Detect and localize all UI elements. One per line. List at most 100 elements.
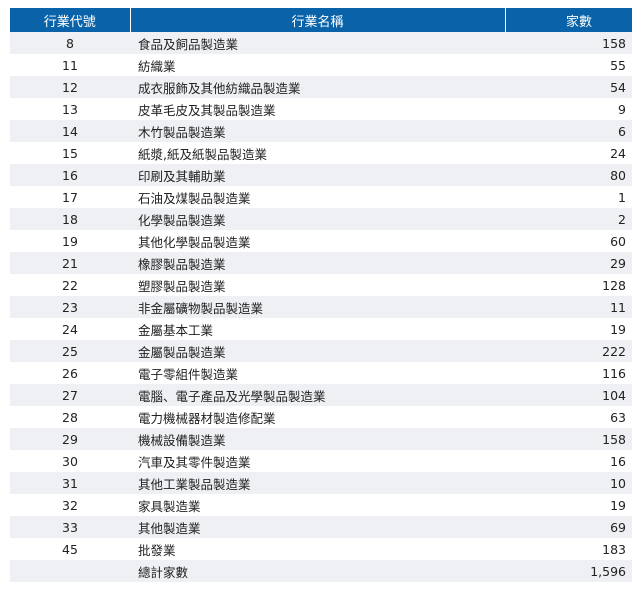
industry-name-cell: 批發業 bbox=[130, 538, 505, 560]
company-count-cell: 183 bbox=[505, 538, 632, 560]
industry-code-cell: 12 bbox=[10, 76, 130, 98]
industry-code-cell: 22 bbox=[10, 274, 130, 296]
industry-name-cell: 金屬製品製造業 bbox=[130, 340, 505, 362]
company-count-cell: 222 bbox=[505, 340, 632, 362]
industry-name-cell: 塑膠製品製造業 bbox=[130, 274, 505, 296]
table-row: 22 塑膠製品製造業 128 bbox=[10, 274, 632, 296]
table-row: 27 電腦、電子產品及光學製品製造業 104 bbox=[10, 384, 632, 406]
table-header: 行業代號 行業名稱 家數 bbox=[10, 8, 632, 32]
industry-code-cell: 32 bbox=[10, 494, 130, 516]
table-row: 32 家具製造業 19 bbox=[10, 494, 632, 516]
table-row: 30 汽車及其零件製造業 16 bbox=[10, 450, 632, 472]
table-row: 23 非金屬礦物製品製造業 11 bbox=[10, 296, 632, 318]
industry-name-cell: 汽車及其零件製造業 bbox=[130, 450, 505, 472]
industry-name-cell: 電子零組件製造業 bbox=[130, 362, 505, 384]
table-row: 12 成衣服飾及其他紡織品製造業 54 bbox=[10, 76, 632, 98]
table-row: 24 金屬基本工業 19 bbox=[10, 318, 632, 340]
industry-code-cell: 11 bbox=[10, 54, 130, 76]
industry-code-cell: 21 bbox=[10, 252, 130, 274]
industry-name-cell: 石油及煤製品製造業 bbox=[130, 186, 505, 208]
company-count-cell: 11 bbox=[505, 296, 632, 318]
industry-name-cell: 其他工業製品製造業 bbox=[130, 472, 505, 494]
company-count-cell: 158 bbox=[505, 32, 632, 54]
total-row: 總計家數 1,596 bbox=[10, 560, 632, 582]
table-row: 13 皮革毛皮及其製品製造業 9 bbox=[10, 98, 632, 120]
header-company-count[interactable]: 家數 bbox=[505, 8, 632, 32]
industry-name-cell: 金屬基本工業 bbox=[130, 318, 505, 340]
company-count-cell: 10 bbox=[505, 472, 632, 494]
table-row: 33 其他製造業 69 bbox=[10, 516, 632, 538]
industry-name-cell: 成衣服飾及其他紡織品製造業 bbox=[130, 76, 505, 98]
industry-code-cell: 16 bbox=[10, 164, 130, 186]
industry-code-cell: 27 bbox=[10, 384, 130, 406]
table-row: 18 化學製品製造業 2 bbox=[10, 208, 632, 230]
industry-name-cell: 紡織業 bbox=[130, 54, 505, 76]
table-row: 21 橡膠製品製造業 29 bbox=[10, 252, 632, 274]
industry-name-cell: 家具製造業 bbox=[130, 494, 505, 516]
table-body: 8 食品及飼品製造業 158 11 紡織業 55 12 成衣服飾及其他紡織品製造業 54 13 皮革… bbox=[10, 32, 632, 582]
industry-name-cell: 紙漿,紙及紙製品製造業 bbox=[130, 142, 505, 164]
industry-name-cell: 電腦、電子產品及光學製品製造業 bbox=[130, 384, 505, 406]
company-count-cell: 1 bbox=[505, 186, 632, 208]
company-count-cell: 116 bbox=[505, 362, 632, 384]
company-count-cell: 55 bbox=[505, 54, 632, 76]
industry-code-cell: 15 bbox=[10, 142, 130, 164]
industry-name-cell: 木竹製品製造業 bbox=[130, 120, 505, 142]
table-row: 11 紡織業 55 bbox=[10, 54, 632, 76]
industry-name-cell: 其他化學製品製造業 bbox=[130, 230, 505, 252]
industry-name-cell: 機械設備製造業 bbox=[130, 428, 505, 450]
industry-name-cell: 電力機械器材製造修配業 bbox=[130, 406, 505, 428]
industry-name-cell: 總計家數 bbox=[130, 560, 505, 582]
company-count-cell: 24 bbox=[505, 142, 632, 164]
industry-name-cell: 皮革毛皮及其製品製造業 bbox=[130, 98, 505, 120]
company-count-cell: 6 bbox=[505, 120, 632, 142]
industry-code-cell: 28 bbox=[10, 406, 130, 428]
industry-code-cell: 33 bbox=[10, 516, 130, 538]
company-count-cell: 2 bbox=[505, 208, 632, 230]
company-count-cell: 29 bbox=[505, 252, 632, 274]
industry-code-cell: 17 bbox=[10, 186, 130, 208]
industry-name-cell: 化學製品製造業 bbox=[130, 208, 505, 230]
table-row: 31 其他工業製品製造業 10 bbox=[10, 472, 632, 494]
table-row: 26 電子零組件製造業 116 bbox=[10, 362, 632, 384]
industry-code-cell: 23 bbox=[10, 296, 130, 318]
table-row: 17 石油及煤製品製造業 1 bbox=[10, 186, 632, 208]
header-row: 行業代號 行業名稱 家數 bbox=[10, 8, 632, 32]
industry-code-cell: 45 bbox=[10, 538, 130, 560]
industry-code-cell: 30 bbox=[10, 450, 130, 472]
industry-code-cell: 24 bbox=[10, 318, 130, 340]
company-count-cell: 1,596 bbox=[505, 560, 632, 582]
company-count-cell: 69 bbox=[505, 516, 632, 538]
industry-name-cell: 印刷及其輔助業 bbox=[130, 164, 505, 186]
industry-code-cell: 13 bbox=[10, 98, 130, 120]
table-row: 14 木竹製品製造業 6 bbox=[10, 120, 632, 142]
industry-code-cell: 14 bbox=[10, 120, 130, 142]
table-row: 19 其他化學製品製造業 60 bbox=[10, 230, 632, 252]
company-count-cell: 16 bbox=[505, 450, 632, 472]
table-row: 15 紙漿,紙及紙製品製造業 24 bbox=[10, 142, 632, 164]
industry-code-cell: 19 bbox=[10, 230, 130, 252]
table-row: 28 電力機械器材製造修配業 63 bbox=[10, 406, 632, 428]
header-industry-code[interactable]: 行業代號 bbox=[10, 8, 131, 32]
industry-name-cell: 橡膠製品製造業 bbox=[130, 252, 505, 274]
industry-code-cell: 25 bbox=[10, 340, 130, 362]
company-count-cell: 128 bbox=[505, 274, 632, 296]
industry-code-cell: 8 bbox=[10, 32, 130, 54]
industry-table-container: 行業代號 行業名稱 家數 8 食品及飼品製造業 158 11 紡織業 55 12 成衣服飾及其… bbox=[10, 8, 632, 582]
company-count-cell: 158 bbox=[505, 428, 632, 450]
company-count-cell: 80 bbox=[505, 164, 632, 186]
company-count-cell: 9 bbox=[505, 98, 632, 120]
header-industry-name[interactable]: 行業名稱 bbox=[130, 8, 506, 32]
industry-code-cell: 31 bbox=[10, 472, 130, 494]
table-row: 45 批發業 183 bbox=[10, 538, 632, 560]
industry-name-cell: 食品及飼品製造業 bbox=[130, 32, 505, 54]
table-row: 8 食品及飼品製造業 158 bbox=[10, 32, 632, 54]
industry-code-cell: 26 bbox=[10, 362, 130, 384]
industry-count-table: 行業代號 行業名稱 家數 8 食品及飼品製造業 158 11 紡織業 55 12 成衣服飾及其… bbox=[10, 8, 632, 582]
industry-code-cell: 18 bbox=[10, 208, 130, 230]
company-count-cell: 54 bbox=[505, 76, 632, 98]
industry-name-cell: 其他製造業 bbox=[130, 516, 505, 538]
industry-name-cell: 非金屬礦物製品製造業 bbox=[130, 296, 505, 318]
company-count-cell: 19 bbox=[505, 494, 632, 516]
table-row: 16 印刷及其輔助業 80 bbox=[10, 164, 632, 186]
